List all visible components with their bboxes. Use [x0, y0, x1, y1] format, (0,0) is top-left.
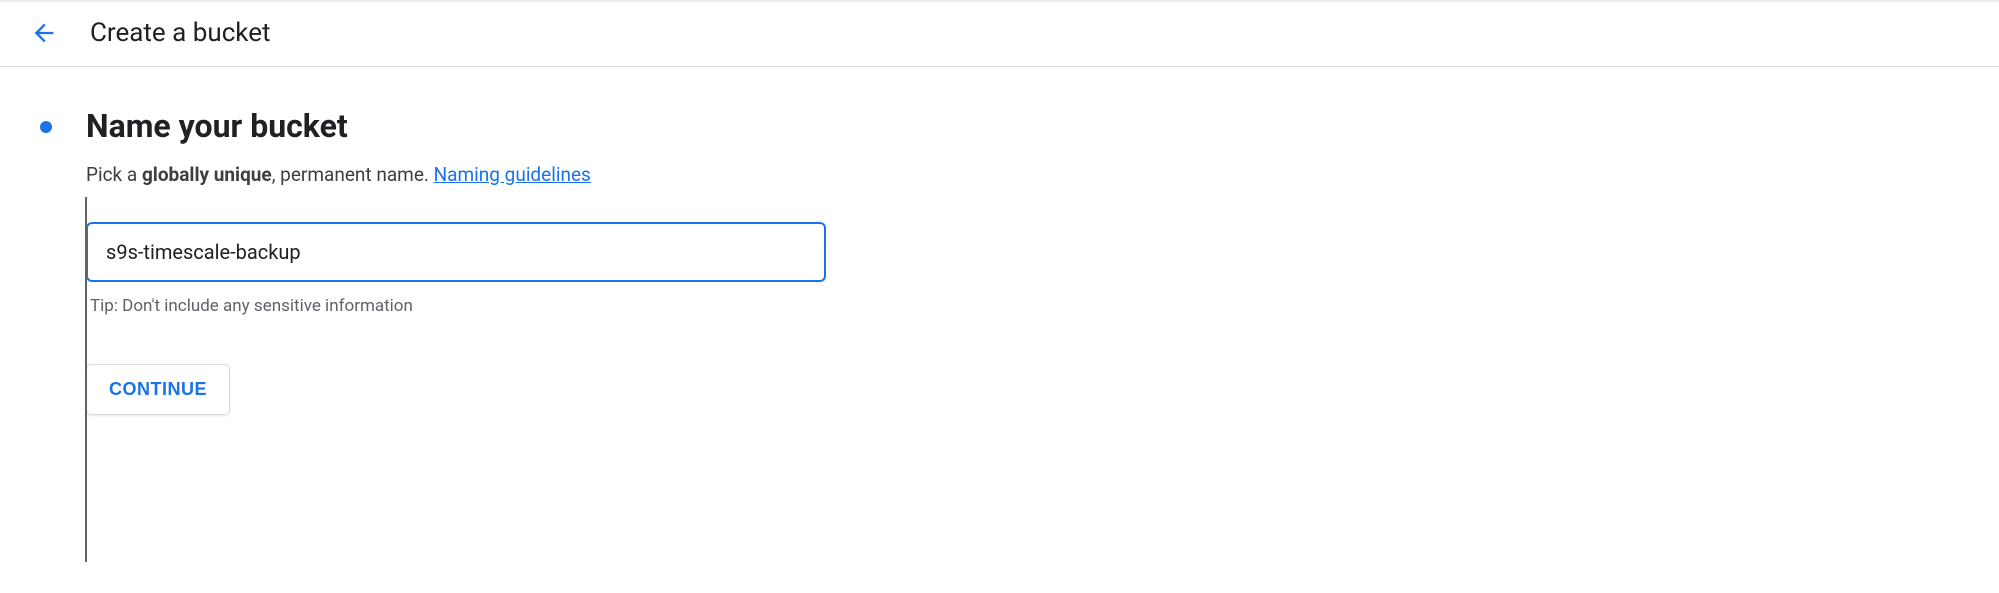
- continue-button[interactable]: CONTINUE: [86, 364, 230, 415]
- bucket-name-input[interactable]: [86, 222, 826, 282]
- page-title: Create a bucket: [90, 18, 271, 48]
- hint-text-bold: globally unique: [142, 163, 272, 186]
- naming-guidelines-link[interactable]: Naming guidelines: [434, 163, 591, 186]
- back-arrow-icon[interactable]: [30, 19, 58, 47]
- section-title: Name your bucket: [86, 107, 1969, 145]
- input-tip: Tip: Don't include any sensitive informa…: [90, 296, 1969, 316]
- naming-hint: Pick a globally unique, permanent name. …: [86, 163, 1969, 186]
- hint-text-prefix: Pick a: [86, 163, 142, 186]
- page-header: Create a bucket: [0, 0, 1999, 67]
- step-progress-line: [85, 197, 87, 562]
- step-indicator-dot: [40, 121, 52, 133]
- main-content: Name your bucket Pick a globally unique,…: [0, 67, 1999, 415]
- hint-text-suffix: , permanent name.: [272, 163, 434, 186]
